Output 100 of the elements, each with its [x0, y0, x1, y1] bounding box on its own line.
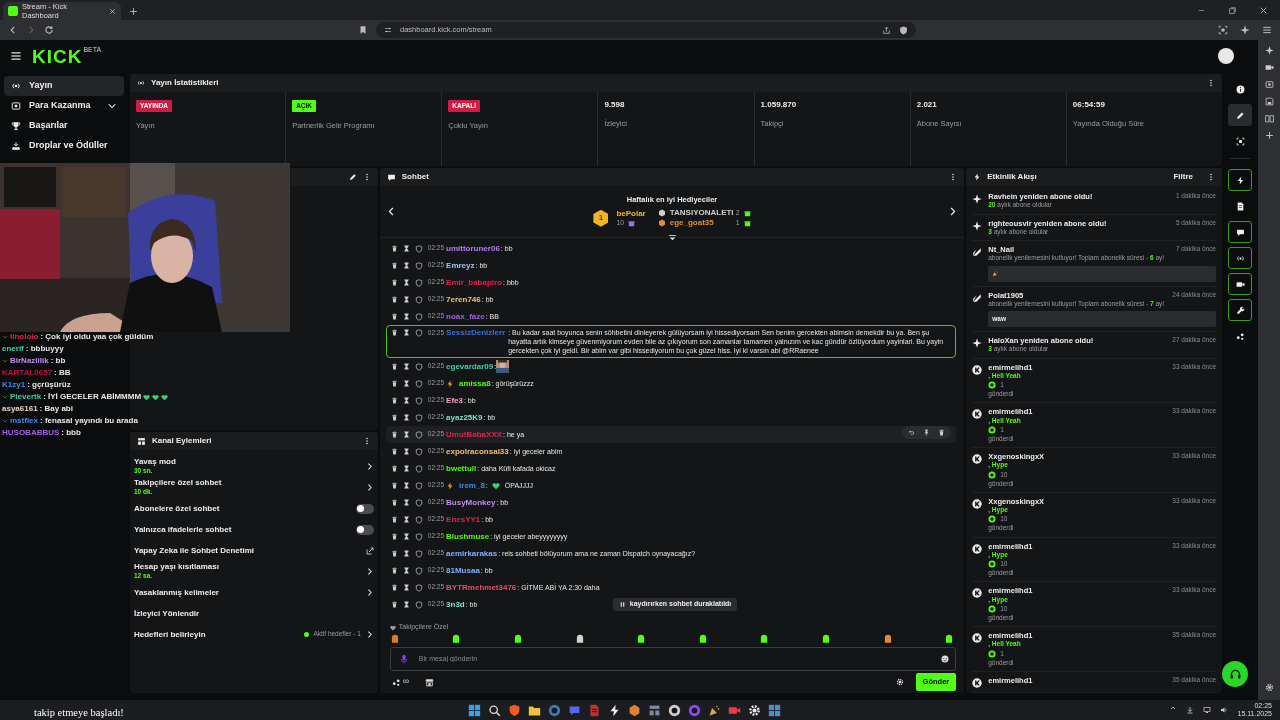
plus-icon[interactable] [1264, 131, 1274, 140]
bookmark-icon[interactable] [358, 25, 368, 35]
restore-icon[interactable] [1228, 5, 1237, 15]
scan-icon[interactable] [1218, 25, 1228, 35]
toggle-switch[interactable] [355, 524, 374, 535]
trash-icon[interactable] [390, 397, 398, 404]
app-icon[interactable] [528, 703, 541, 717]
plus-icon[interactable] [129, 7, 138, 16]
external-link-icon[interactable] [365, 546, 374, 555]
rail-button[interactable] [1228, 104, 1252, 126]
emote-icon[interactable] [512, 634, 523, 644]
username[interactable]: 7eren746 [446, 295, 481, 304]
filter-link[interactable]: Filtre [1173, 172, 1193, 182]
trash-icon[interactable] [390, 245, 398, 252]
nav-item[interactable]: Yayın [4, 76, 124, 96]
nav-item[interactable]: Başarılar [4, 116, 124, 136]
hourglass-icon[interactable] [402, 550, 410, 557]
username[interactable]: 3n3d [446, 600, 465, 609]
trash-icon[interactable] [390, 448, 398, 455]
download-icon[interactable] [1186, 706, 1195, 714]
hourglass-icon[interactable] [402, 363, 410, 370]
rail-button[interactable] [1228, 273, 1252, 295]
username[interactable]: 81Musaa [446, 566, 480, 575]
save-icon[interactable] [1264, 97, 1274, 106]
trash-icon[interactable] [390, 279, 398, 286]
pin-icon[interactable] [923, 429, 931, 436]
logo[interactable]: KICK [32, 46, 83, 66]
sparkle-icon[interactable] [1264, 46, 1274, 55]
hourglass-icon[interactable] [402, 499, 410, 506]
username[interactable]: Blushmuse [446, 532, 490, 541]
hourglass-icon[interactable] [402, 516, 410, 523]
username[interactable]: amissa8 [459, 379, 491, 388]
share-icon[interactable] [882, 25, 891, 35]
trash-icon[interactable] [390, 601, 398, 608]
emote-icon[interactable] [451, 634, 462, 644]
rail-button[interactable] [1228, 299, 1252, 321]
hourglass-icon[interactable] [402, 380, 410, 387]
back-icon[interactable] [8, 25, 18, 35]
username[interactable]: Emir_babapiro [446, 278, 503, 287]
kebab-icon[interactable] [1207, 79, 1215, 87]
hourglass-icon[interactable] [402, 533, 410, 540]
gifter-name[interactable]: TANSIYONALETI [669, 208, 732, 219]
emote-icon[interactable] [574, 634, 585, 644]
emote-icon[interactable] [389, 634, 400, 644]
trash-icon[interactable] [390, 516, 398, 523]
rail-button[interactable] [1228, 169, 1252, 191]
rail-button[interactable] [1228, 221, 1252, 243]
username[interactable]: SessizDenizlerr [446, 328, 506, 337]
nav-item[interactable]: Para Kazanma [4, 96, 124, 116]
hourglass-icon[interactable] [402, 431, 410, 438]
nav-item[interactable]: Droplar ve Ödüller [4, 136, 124, 156]
settings-icon[interactable] [1264, 683, 1274, 692]
hourglass-icon[interactable] [402, 313, 410, 320]
emote-icon[interactable] [944, 634, 955, 644]
username[interactable]: BYTRmehmet3476 [446, 583, 517, 592]
trash-icon[interactable] [938, 429, 946, 436]
trash-icon[interactable] [390, 550, 398, 557]
emoji-icon[interactable] [941, 655, 950, 663]
kebab-icon[interactable] [1207, 173, 1215, 181]
store-icon[interactable] [425, 677, 435, 687]
shield-icon[interactable] [899, 25, 908, 35]
pencil-icon[interactable] [348, 173, 357, 181]
app-icon[interactable] [708, 703, 721, 717]
username[interactable]: expolraconsal33 [446, 447, 509, 456]
username[interactable]: EnesYY1 [446, 515, 481, 524]
close-icon[interactable] [1259, 5, 1268, 15]
network-icon[interactable] [1203, 706, 1212, 714]
emote-icon[interactable] [882, 634, 893, 644]
hourglass-icon[interactable] [402, 329, 410, 336]
mic-icon[interactable] [398, 654, 409, 664]
hourglass-icon[interactable] [402, 296, 410, 303]
hourglass-icon[interactable] [402, 448, 410, 455]
hourglass-icon[interactable] [402, 465, 410, 472]
toggle-switch[interactable] [355, 503, 374, 514]
app-icon[interactable] [668, 703, 681, 717]
trash-icon[interactable] [390, 465, 398, 472]
hourglass-icon[interactable] [402, 584, 410, 591]
username[interactable]: egevardar09 [446, 362, 494, 371]
hourglass-icon[interactable] [402, 279, 410, 286]
start-icon[interactable] [468, 703, 481, 717]
username[interactable]: umittoruner06 [446, 244, 500, 253]
trash-icon[interactable] [390, 313, 398, 320]
trash-icon[interactable] [390, 329, 398, 336]
wallet-icon[interactable] [1264, 80, 1274, 89]
nodes-icon[interactable] [391, 677, 401, 687]
username[interactable]: ayaz25K9 [446, 413, 483, 422]
trash-icon[interactable] [390, 296, 398, 303]
menu-icon[interactable] [1262, 25, 1272, 35]
search-icon[interactable] [488, 703, 501, 717]
trash-icon[interactable] [390, 533, 398, 540]
trash-icon[interactable] [390, 584, 398, 591]
gifter-name[interactable]: ege_goat35 [669, 218, 732, 229]
emote-icon[interactable] [697, 634, 708, 644]
hourglass-icon[interactable] [402, 245, 410, 252]
book-icon[interactable] [1264, 114, 1274, 123]
help-button[interactable] [1222, 661, 1248, 687]
emote-icon[interactable] [820, 634, 831, 644]
sparkle-icon[interactable] [1240, 25, 1250, 35]
trash-icon[interactable] [390, 363, 398, 370]
camera-icon[interactable] [1264, 63, 1274, 72]
